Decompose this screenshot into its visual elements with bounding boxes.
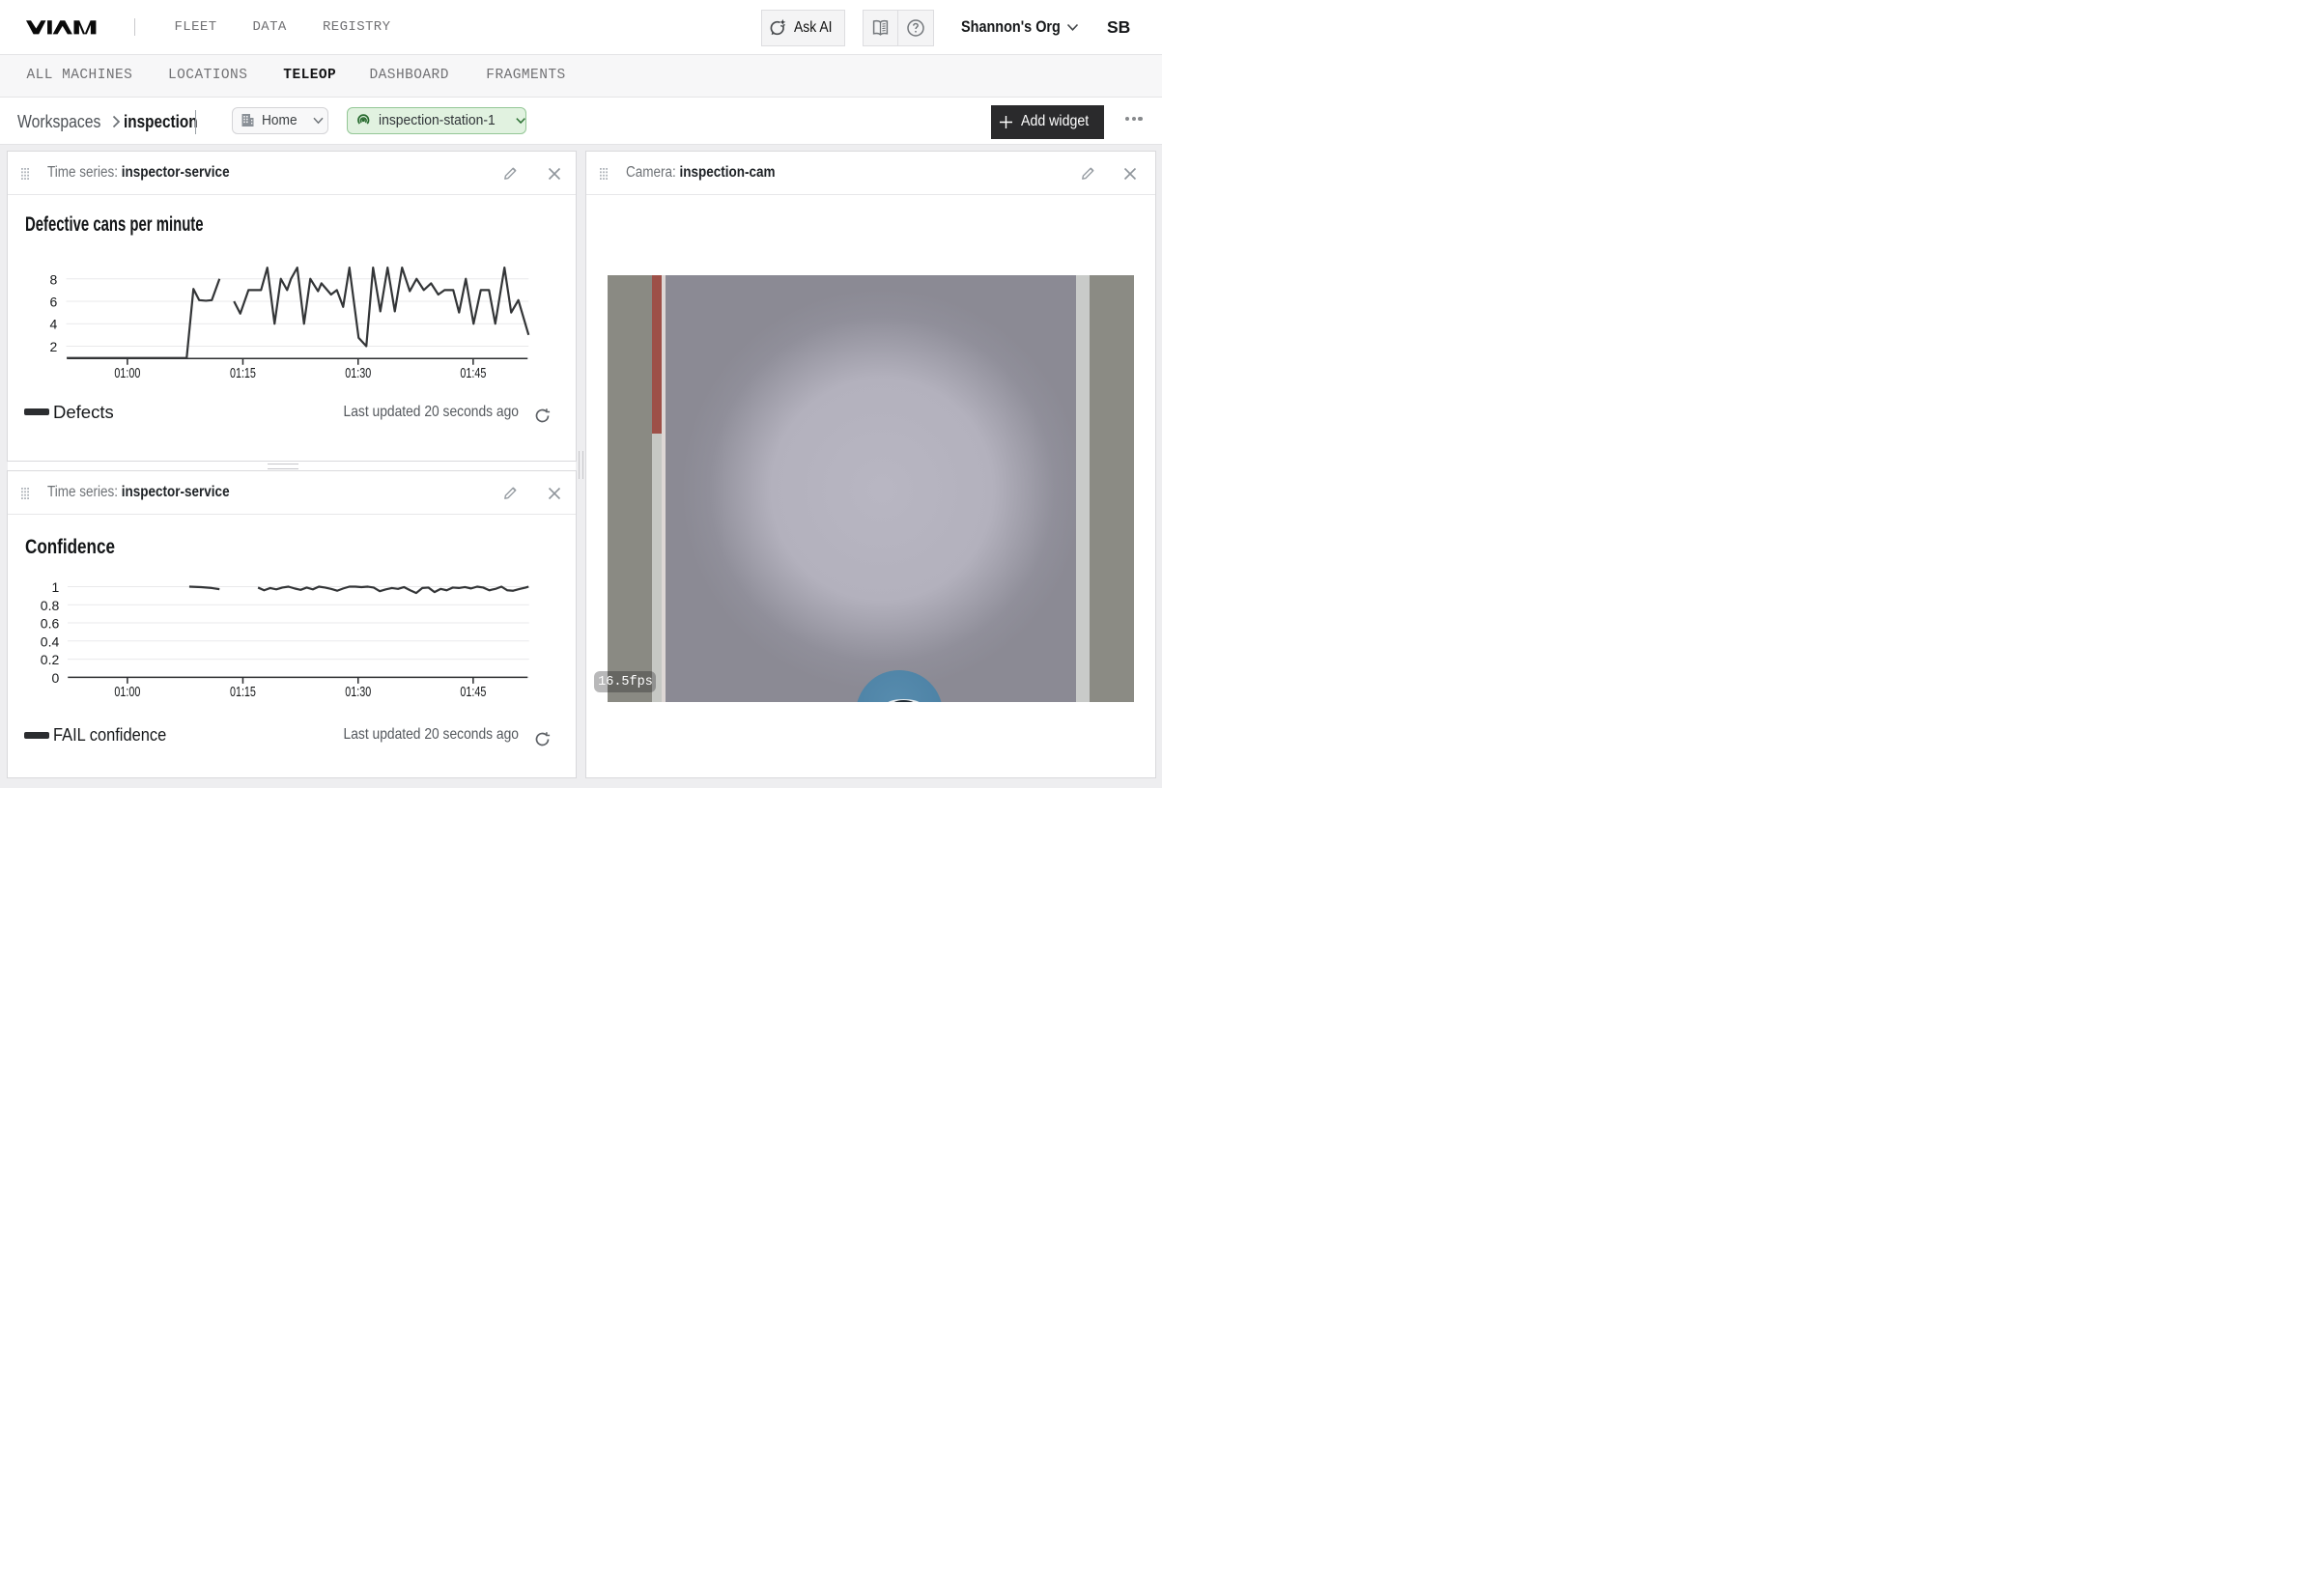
svg-text:0.2: 0.2: [41, 652, 60, 667]
svg-text:01:00: 01:00: [114, 683, 140, 699]
svg-text:01:00: 01:00: [114, 365, 140, 381]
svg-text:01:45: 01:45: [460, 365, 486, 381]
svg-text:01:15: 01:15: [230, 365, 256, 381]
svg-text:2: 2: [49, 339, 57, 354]
svg-text:6: 6: [49, 294, 57, 309]
svg-text:01:15: 01:15: [230, 683, 256, 699]
svg-text:0: 0: [51, 669, 59, 685]
svg-text:4: 4: [49, 316, 57, 331]
svg-text:01:45: 01:45: [460, 683, 486, 699]
svg-text:0.6: 0.6: [41, 615, 60, 631]
svg-text:0.4: 0.4: [41, 633, 60, 649]
svg-text:0.8: 0.8: [41, 597, 60, 612]
svg-text:01:30: 01:30: [345, 683, 371, 699]
svg-text:1: 1: [51, 579, 59, 595]
svg-text:01:30: 01:30: [345, 365, 371, 381]
svg-text:8: 8: [49, 271, 57, 287]
